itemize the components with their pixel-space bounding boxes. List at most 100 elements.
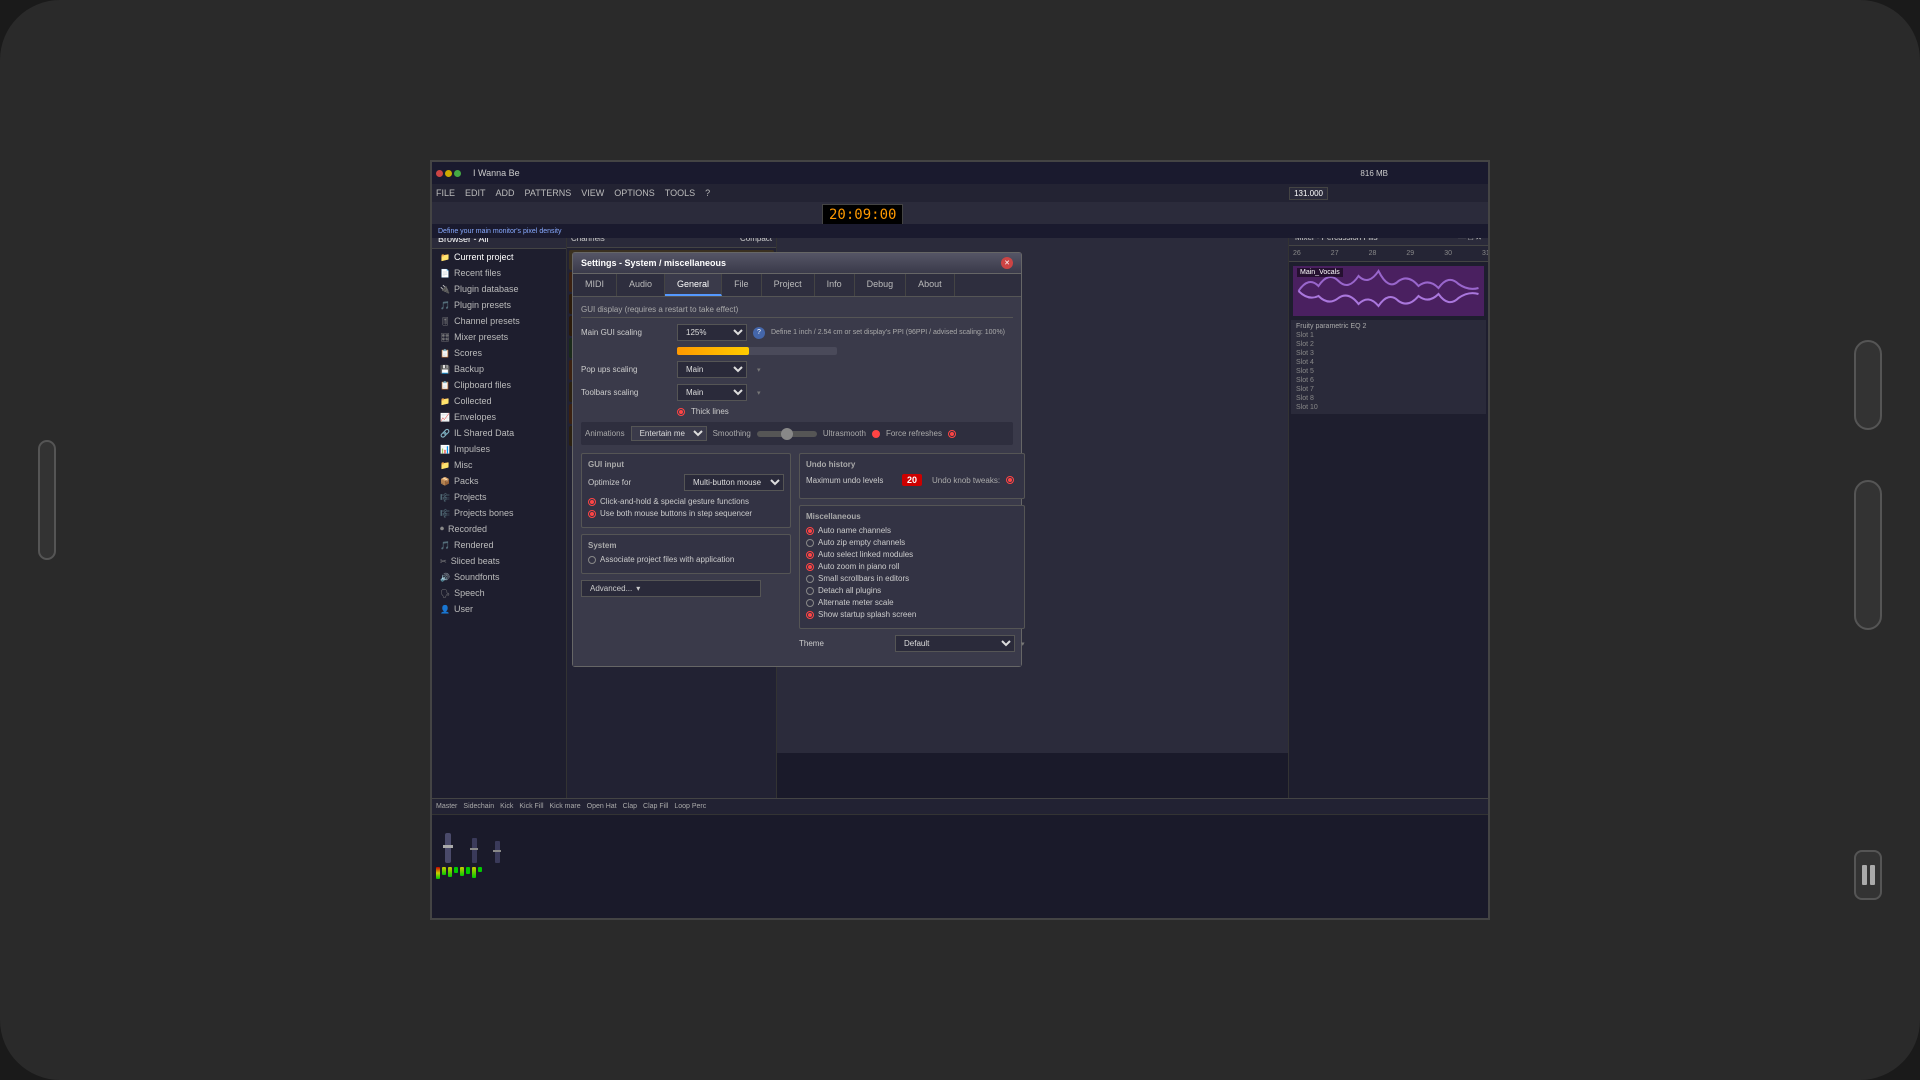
max-undo-row: Maximum undo levels 20 Undo knob tweaks: bbox=[806, 474, 1018, 486]
menu-view[interactable]: VIEW bbox=[581, 188, 604, 198]
associate-radio[interactable] bbox=[588, 556, 596, 564]
auto-zip-row: Auto zip empty channels bbox=[806, 538, 1018, 547]
tab-debug[interactable]: Debug bbox=[855, 274, 907, 296]
small-scrollbars-radio[interactable] bbox=[806, 575, 814, 583]
auto-zoom-radio[interactable] bbox=[806, 563, 814, 571]
mixer-faders bbox=[432, 815, 1488, 865]
optimize-select[interactable]: Multi-button mouse bbox=[684, 474, 784, 491]
music-icon: 🎵 bbox=[440, 301, 450, 310]
sidebar-item-collected[interactable]: 📁 Collected bbox=[432, 393, 566, 409]
memory-display: 816 MB bbox=[1360, 169, 1388, 178]
menu-add[interactable]: ADD bbox=[496, 188, 515, 198]
ppi-slider[interactable] bbox=[677, 347, 837, 355]
dialog-close-button[interactable]: ✕ bbox=[1001, 257, 1013, 269]
sidebar-item-rendered[interactable]: 🎵 Rendered bbox=[432, 537, 566, 553]
status-text: Define your main monitor's pixel density bbox=[438, 228, 562, 235]
vu-meter bbox=[442, 867, 446, 875]
fader-1[interactable] bbox=[463, 838, 485, 863]
sidebar-label: Channel presets bbox=[454, 316, 520, 326]
undo-knob-dot[interactable] bbox=[1006, 476, 1014, 484]
toolbars-select[interactable]: Main bbox=[677, 384, 747, 401]
menu-file[interactable]: FILE bbox=[436, 188, 455, 198]
sidebar-item-user[interactable]: 👤 User bbox=[432, 601, 566, 617]
auto-select-radio[interactable] bbox=[806, 551, 814, 559]
sidebar-label: Envelopes bbox=[454, 412, 496, 422]
soundfont-icon: 🔊 bbox=[440, 573, 450, 582]
tab-project[interactable]: Project bbox=[762, 274, 815, 296]
menu-patterns[interactable]: PATTERNS bbox=[525, 188, 572, 198]
pause-button[interactable] bbox=[1854, 850, 1882, 900]
popups-label: Pop ups scaling bbox=[581, 365, 671, 374]
tab-info[interactable]: Info bbox=[815, 274, 855, 296]
sidebar-item-scores[interactable]: 📋 Scores bbox=[432, 345, 566, 361]
sidebar-item-recent-files[interactable]: 📄 Recent files bbox=[432, 265, 566, 281]
collected-icon: 📁 bbox=[440, 397, 450, 406]
main-gui-select[interactable]: 125% bbox=[677, 324, 747, 341]
main-gui-row: Main GUI scaling 125% ? Define 1 inch / … bbox=[581, 324, 1013, 341]
menu-tools[interactable]: TOOLS bbox=[665, 188, 695, 198]
sidebar-item-backup[interactable]: 💾 Backup bbox=[432, 361, 566, 377]
auto-zip-radio[interactable] bbox=[806, 539, 814, 547]
dropdown-arrow-advanced: ▾ bbox=[636, 584, 640, 593]
sidebar-item-il-shared[interactable]: 🔗 IL Shared Data bbox=[432, 425, 566, 441]
sidebar-item-plugin-database[interactable]: 🔌 Plugin database bbox=[432, 281, 566, 297]
mixer-icon: 🎛 bbox=[440, 333, 450, 342]
power-button[interactable] bbox=[1854, 340, 1882, 430]
bpm-display[interactable]: 131.000 bbox=[1289, 187, 1328, 200]
fader-master[interactable] bbox=[434, 833, 462, 863]
bottom-mixer-header: Master Sidechain Kick Kick Fill Kick mar… bbox=[432, 799, 1488, 815]
dialog-title: Settings - System / miscellaneous bbox=[581, 258, 726, 268]
tab-audio[interactable]: Audio bbox=[617, 274, 665, 296]
thick-lines-label: Thick lines bbox=[691, 407, 729, 416]
home-button[interactable] bbox=[1854, 480, 1882, 630]
force-refresh-dot[interactable] bbox=[948, 430, 956, 438]
tab-midi[interactable]: MIDI bbox=[573, 274, 617, 296]
sidebar-item-misc[interactable]: 📁 Misc bbox=[432, 457, 566, 473]
checkbox2-radio[interactable] bbox=[588, 510, 596, 518]
tab-file[interactable]: File bbox=[722, 274, 762, 296]
auto-name-radio[interactable] bbox=[806, 527, 814, 535]
dialog-content: GUI display (requires a restart to take … bbox=[573, 297, 1021, 666]
sidebar-item-sliced-beats[interactable]: ✂ Sliced beats bbox=[432, 553, 566, 569]
sidebar-item-mixer-presets[interactable]: 🎛 Mixer presets bbox=[432, 329, 566, 345]
theme-select[interactable]: Default bbox=[895, 635, 1015, 652]
sidebar-item-packs[interactable]: 📦 Packs bbox=[432, 473, 566, 489]
sidebar-label: Backup bbox=[454, 364, 484, 374]
sidebar-item-projects[interactable]: 🎼 Projects bbox=[432, 489, 566, 505]
window-controls[interactable] bbox=[436, 170, 461, 177]
sidebar-item-current-project[interactable]: 📁 Current project bbox=[432, 249, 566, 265]
vu-meters bbox=[432, 865, 1488, 881]
menu-help[interactable]: ? bbox=[705, 188, 710, 198]
animations-select[interactable]: Entertain me bbox=[631, 426, 707, 441]
volume-button[interactable] bbox=[38, 440, 56, 560]
sidebar-item-envelopes[interactable]: 📈 Envelopes bbox=[432, 409, 566, 425]
sidebar-item-recorded[interactable]: ⏺ Recorded bbox=[432, 521, 566, 537]
tab-about[interactable]: About bbox=[906, 274, 955, 296]
thick-lines-radio[interactable] bbox=[677, 408, 685, 416]
sidebar-item-project-bones[interactable]: 🎼 Projects bones bbox=[432, 505, 566, 521]
menu-edit[interactable]: EDIT bbox=[465, 188, 486, 198]
sidebar-item-plugin-presets[interactable]: 🎵 Plugin presets bbox=[432, 297, 566, 313]
sidebar-item-clipboard[interactable]: 📋 Clipboard files bbox=[432, 377, 566, 393]
sidebar-item-channel-presets[interactable]: 🎚 Channel presets bbox=[432, 313, 566, 329]
tab-general[interactable]: General bbox=[665, 274, 722, 296]
splash-screen-radio[interactable] bbox=[806, 611, 814, 619]
detach-plugins-radio[interactable] bbox=[806, 587, 814, 595]
alt-meter-radio[interactable] bbox=[806, 599, 814, 607]
checkbox1-radio[interactable] bbox=[588, 498, 596, 506]
alt-meter-row: Alternate meter scale bbox=[806, 598, 1018, 607]
sidebar-item-speech[interactable]: 🗣 Speech bbox=[432, 585, 566, 601]
smoothing-slider[interactable] bbox=[757, 431, 817, 437]
fader-2[interactable] bbox=[486, 841, 508, 863]
gui-input-title: GUI input bbox=[588, 460, 784, 469]
help-button[interactable]: ? bbox=[753, 327, 765, 339]
sidebar-label: Soundfonts bbox=[454, 572, 500, 582]
sidebar-item-impulses[interactable]: 📊 Impulses bbox=[432, 441, 566, 457]
right-col: Undo history Maximum undo levels 20 Undo… bbox=[799, 453, 1025, 658]
envelope-icon: 📈 bbox=[440, 413, 450, 422]
advanced-button[interactable]: Advanced... ▾ bbox=[581, 580, 761, 597]
dialog-tabs: MIDI Audio General File Project Info Deb… bbox=[573, 274, 1021, 297]
menu-options[interactable]: OPTIONS bbox=[614, 188, 655, 198]
sidebar-item-soundfonts[interactable]: 🔊 Soundfonts bbox=[432, 569, 566, 585]
popups-select[interactable]: Main bbox=[677, 361, 747, 378]
